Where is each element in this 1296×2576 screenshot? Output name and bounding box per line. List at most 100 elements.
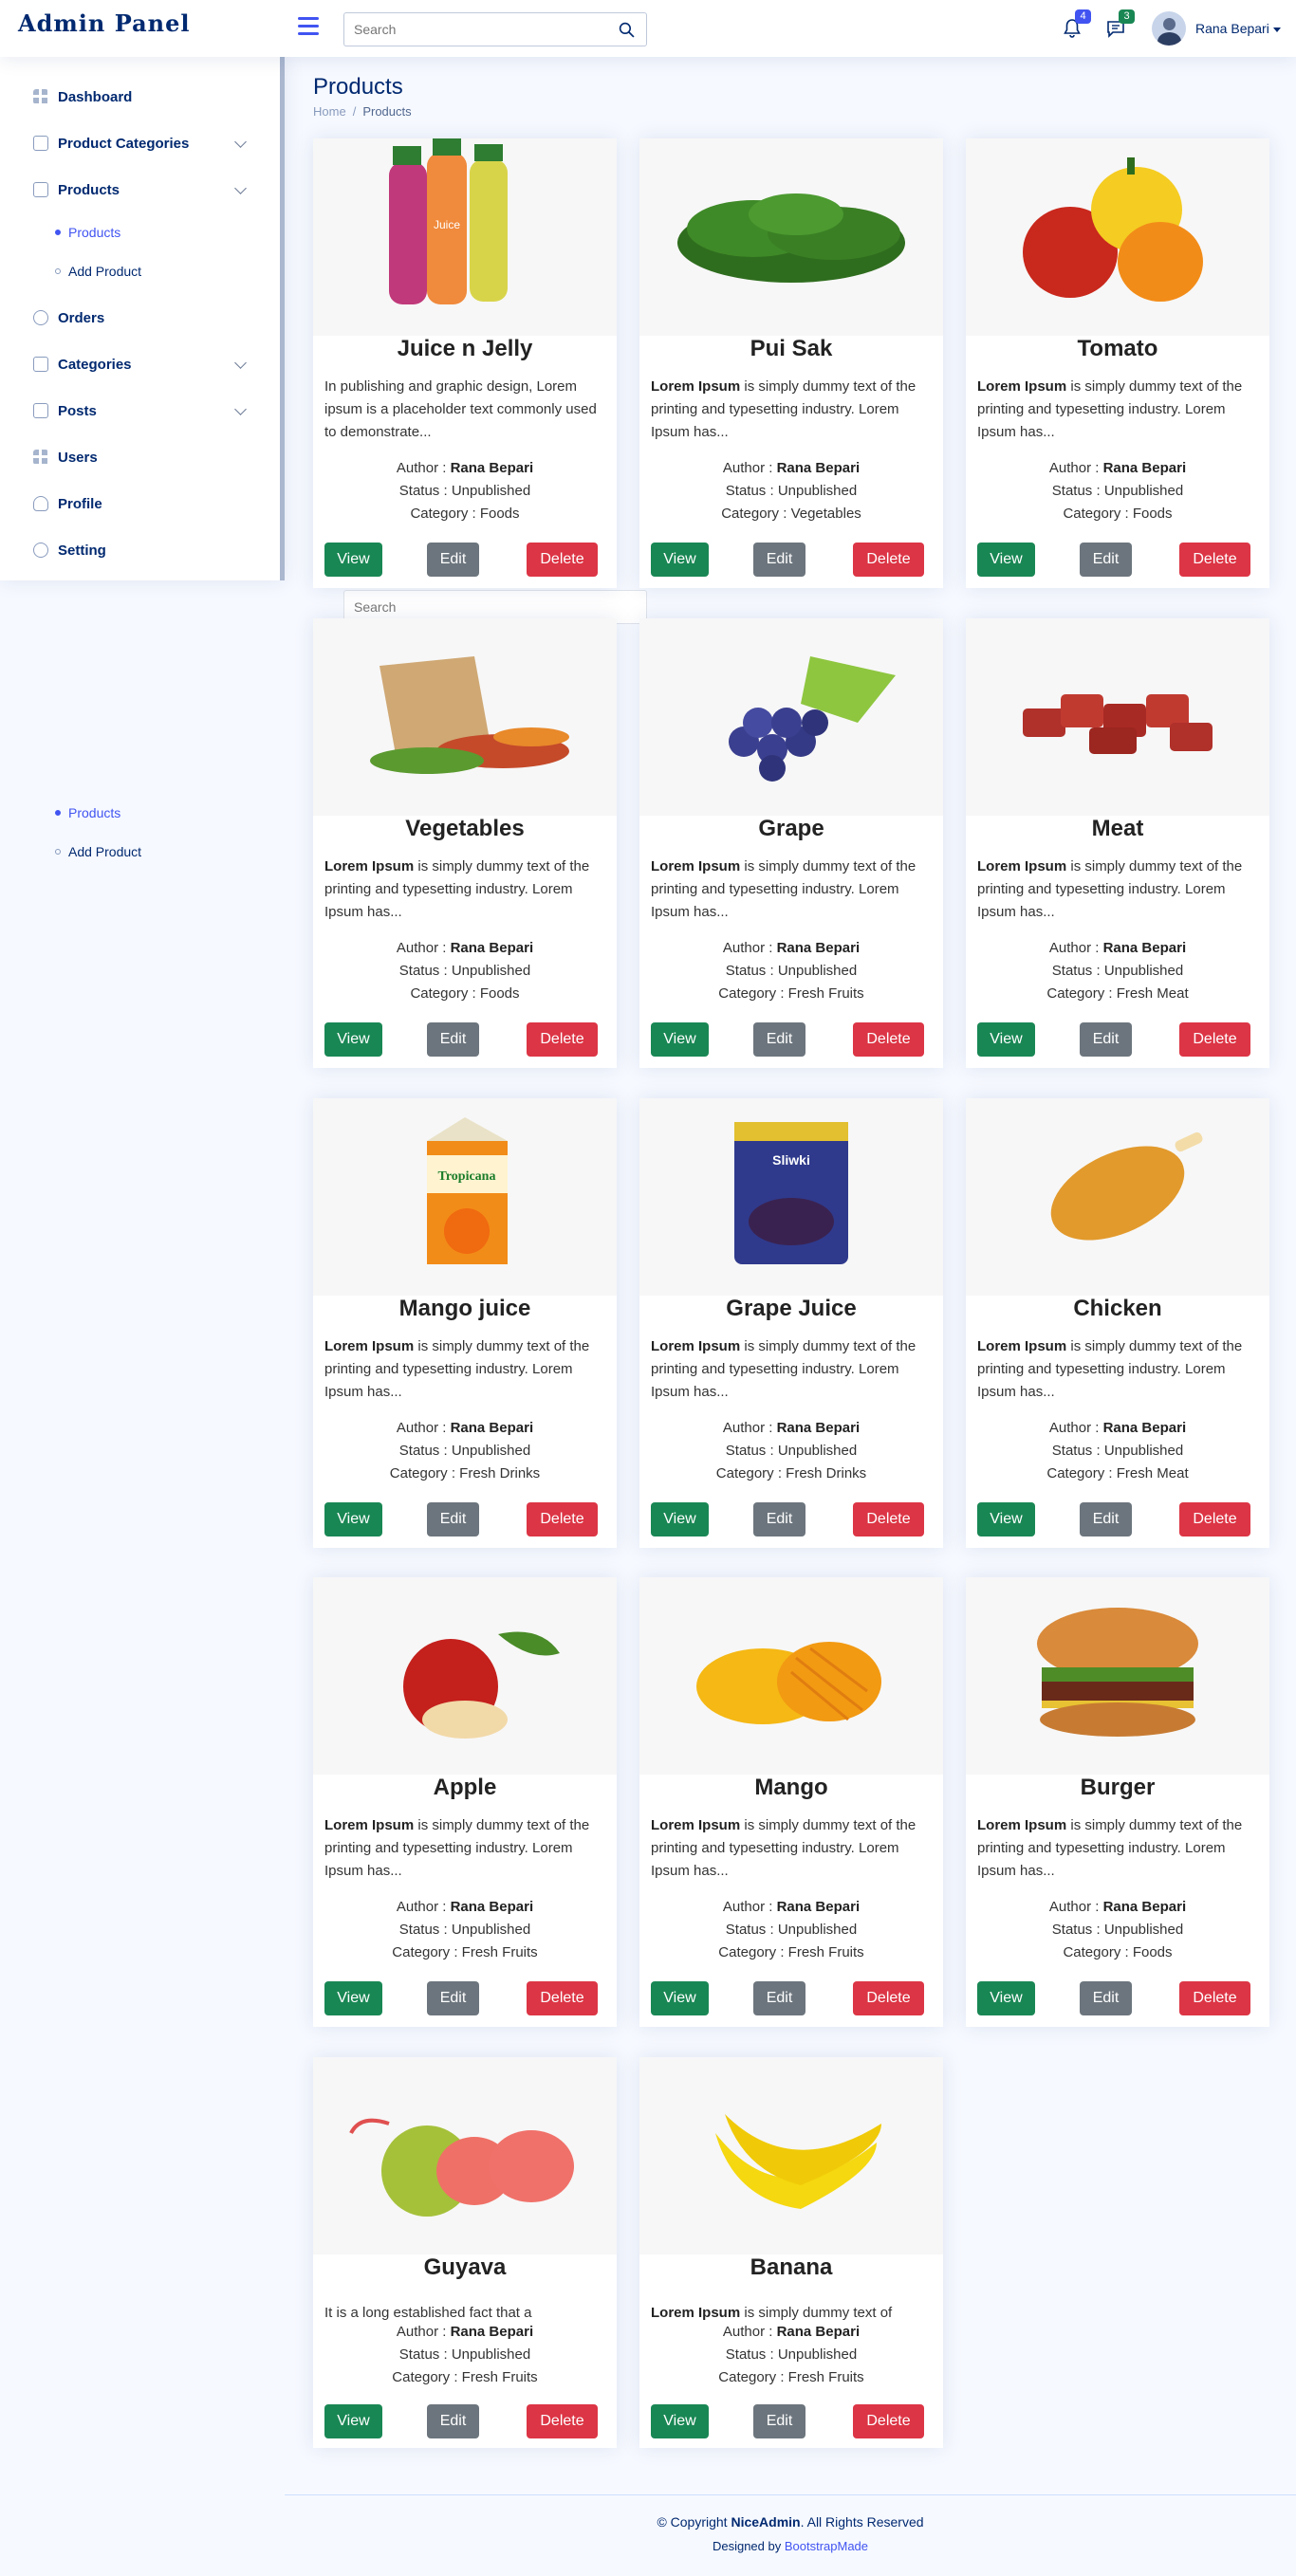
sidebar-sub-products[interactable]: Products bbox=[55, 225, 120, 240]
product-status: Status : Unpublished bbox=[313, 1440, 617, 1463]
sub-label: Products bbox=[68, 805, 121, 820]
product-card: Tomato Lorem Ipsum is simply dummy text o… bbox=[966, 138, 1269, 588]
view-button[interactable]: View bbox=[651, 1981, 709, 2015]
product-status: Status : Unpublished bbox=[966, 960, 1269, 983]
author-value: Rana Bepari bbox=[776, 2324, 861, 2340]
person-icon bbox=[33, 496, 48, 511]
description-bold: Lorem Ipsum bbox=[651, 2305, 741, 2321]
author-label: Author : bbox=[1048, 940, 1103, 956]
view-button[interactable]: View bbox=[977, 1981, 1035, 2015]
sidebar-item-categories[interactable]: Categories bbox=[19, 345, 256, 383]
delete-button[interactable]: Delete bbox=[1179, 1981, 1250, 2015]
delete-button[interactable]: Delete bbox=[1179, 543, 1250, 577]
view-button[interactable]: View bbox=[324, 1022, 382, 1057]
category-label: Category : bbox=[392, 2369, 462, 2385]
sidebar-toggle-icon[interactable] bbox=[298, 17, 319, 36]
sidebar-item-label: Orders bbox=[58, 309, 105, 326]
edit-button[interactable]: Edit bbox=[753, 1502, 805, 1536]
delete-button[interactable]: Delete bbox=[527, 1022, 598, 1057]
breadcrumb-home[interactable]: Home bbox=[313, 104, 346, 119]
view-button[interactable]: View bbox=[324, 1502, 382, 1536]
category-value: Vegetables bbox=[790, 506, 861, 522]
profile-dropdown[interactable]: Rana Bepari bbox=[1152, 11, 1281, 46]
delete-button[interactable]: Delete bbox=[853, 543, 924, 577]
sidebar-item-label: Categories bbox=[58, 356, 132, 373]
status-value: Unpublished bbox=[1103, 1922, 1184, 1938]
sidebar-item-posts[interactable]: Posts bbox=[19, 392, 256, 430]
view-button[interactable]: View bbox=[324, 1981, 382, 2015]
product-title: Burger bbox=[1080, 1775, 1156, 1800]
sub-label: Add Product bbox=[68, 264, 142, 279]
delete-button[interactable]: Delete bbox=[1179, 1022, 1250, 1057]
description-bold: Lorem Ipsum bbox=[324, 1338, 415, 1354]
designer-link[interactable]: BootstrapMade bbox=[785, 2539, 868, 2553]
sub-label: Add Product bbox=[68, 844, 142, 859]
edit-button[interactable]: Edit bbox=[427, 1981, 479, 2015]
search-bar bbox=[343, 12, 647, 46]
sidebar-item-products[interactable]: Products bbox=[19, 171, 256, 209]
view-button[interactable]: View bbox=[977, 1022, 1035, 1057]
product-description: Lorem Ipsum is simply dummy text of the … bbox=[651, 856, 935, 924]
view-button[interactable]: View bbox=[324, 2404, 382, 2438]
status-value: Unpublished bbox=[451, 963, 531, 979]
edit-button[interactable]: Edit bbox=[753, 1022, 805, 1057]
notifications-bell-icon[interactable]: 4 bbox=[1061, 9, 1091, 42]
delete-button[interactable]: Delete bbox=[853, 2404, 924, 2438]
sidebar-scrollbar[interactable] bbox=[280, 57, 285, 580]
sidebar-item-label: Profile bbox=[58, 495, 102, 512]
product-author: Author : Rana Bepari bbox=[966, 457, 1269, 480]
view-button[interactable]: View bbox=[977, 1502, 1035, 1536]
product-status: Status : Unpublished bbox=[313, 480, 617, 503]
messages-chat-icon[interactable]: 3 bbox=[1104, 9, 1135, 42]
ghost-sub-add-product[interactable]: Add Product bbox=[55, 844, 141, 859]
product-category: Category : Foods bbox=[313, 503, 617, 525]
view-button[interactable]: View bbox=[977, 543, 1035, 577]
edit-button[interactable]: Edit bbox=[753, 1981, 805, 2015]
edit-button[interactable]: Edit bbox=[1080, 1981, 1132, 2015]
layout-icon bbox=[33, 136, 48, 151]
product-image bbox=[639, 618, 943, 816]
category-label: Category : bbox=[718, 1944, 788, 1960]
edit-button[interactable]: Edit bbox=[753, 543, 805, 577]
ghost-sub-products[interactable]: Products bbox=[55, 805, 120, 820]
description-text: It is a long established fact that a bbox=[324, 2305, 532, 2321]
sidebar-item-dashboard[interactable]: Dashboard bbox=[19, 78, 256, 116]
bullet-icon bbox=[55, 849, 61, 855]
app-logo[interactable]: Admin Panel bbox=[18, 9, 191, 37]
delete-button[interactable]: Delete bbox=[853, 1981, 924, 2015]
sidebar-item-setting[interactable]: Setting bbox=[19, 531, 256, 569]
category-value: Fresh Drinks bbox=[786, 1465, 867, 1481]
edit-button[interactable]: Edit bbox=[1080, 1022, 1132, 1057]
edit-button[interactable]: Edit bbox=[427, 1502, 479, 1536]
edit-button[interactable]: Edit bbox=[427, 1022, 479, 1057]
edit-button[interactable]: Edit bbox=[753, 2404, 805, 2438]
view-button[interactable]: View bbox=[651, 1502, 709, 1536]
delete-button[interactable]: Delete bbox=[527, 1981, 598, 2015]
view-button[interactable]: View bbox=[324, 543, 382, 577]
search-icon[interactable] bbox=[619, 22, 635, 38]
sidebar-item-product-categories[interactable]: Product Categories bbox=[19, 124, 256, 162]
delete-button[interactable]: Delete bbox=[527, 2404, 598, 2438]
product-category: Category : Foods bbox=[966, 503, 1269, 525]
product-category: Category : Fresh Fruits bbox=[639, 2366, 943, 2389]
edit-button[interactable]: Edit bbox=[1080, 543, 1132, 577]
search-input[interactable] bbox=[344, 22, 601, 37]
delete-button[interactable]: Delete bbox=[853, 1502, 924, 1536]
layout-icon bbox=[33, 357, 48, 372]
sidebar-item-users[interactable]: Users bbox=[19, 438, 256, 476]
edit-button[interactable]: Edit bbox=[427, 543, 479, 577]
edit-button[interactable]: Edit bbox=[1080, 1502, 1132, 1536]
product-category: Category : Fresh Meat bbox=[966, 1463, 1269, 1485]
view-button[interactable]: View bbox=[651, 1022, 709, 1057]
delete-button[interactable]: Delete bbox=[853, 1022, 924, 1057]
delete-button[interactable]: Delete bbox=[527, 1502, 598, 1536]
sidebar-item-orders[interactable]: Orders bbox=[19, 299, 256, 337]
status-value: Unpublished bbox=[451, 1922, 531, 1938]
sidebar-sub-add-product[interactable]: Add Product bbox=[55, 264, 141, 279]
view-button[interactable]: View bbox=[651, 2404, 709, 2438]
delete-button[interactable]: Delete bbox=[527, 543, 598, 577]
delete-button[interactable]: Delete bbox=[1179, 1502, 1250, 1536]
view-button[interactable]: View bbox=[651, 543, 709, 577]
sidebar-item-profile[interactable]: Profile bbox=[19, 485, 256, 523]
edit-button[interactable]: Edit bbox=[427, 2404, 479, 2438]
